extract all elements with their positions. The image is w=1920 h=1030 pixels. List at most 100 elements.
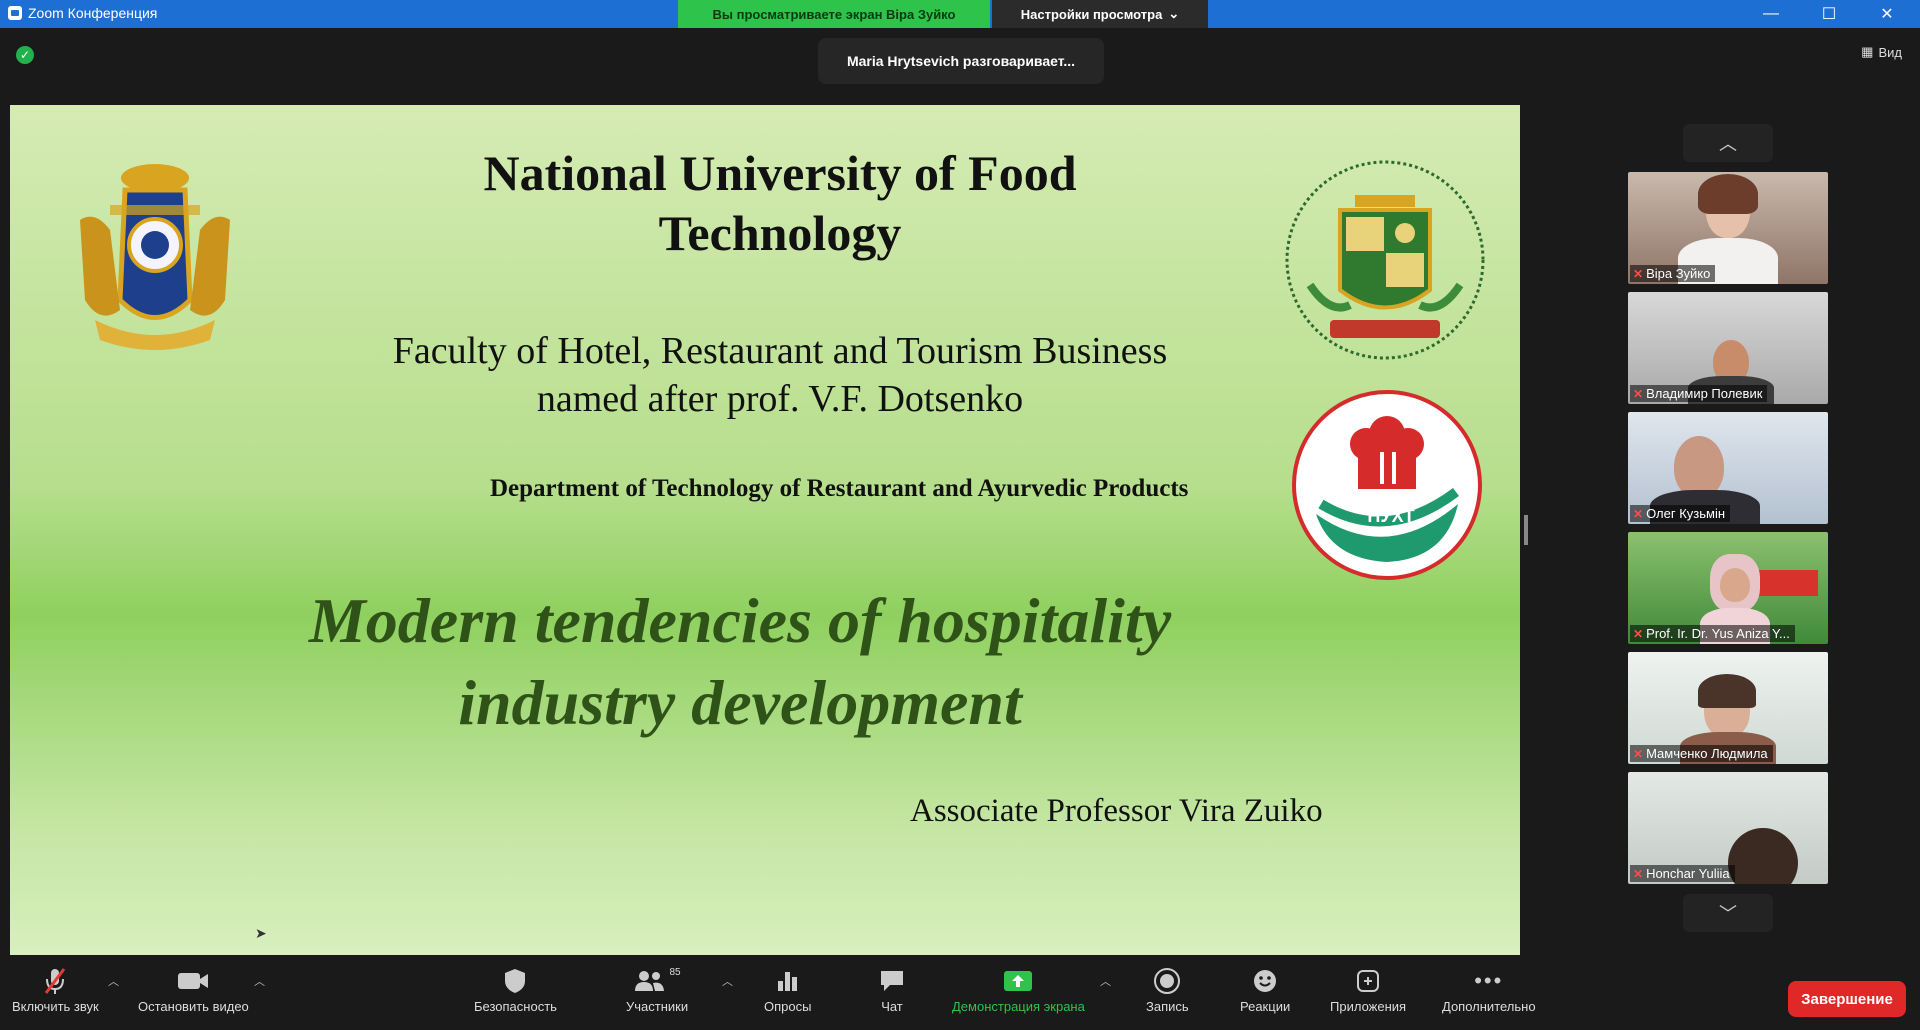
participant-name: Віра Зуйко bbox=[1646, 266, 1711, 281]
scroll-up-button[interactable]: ︿ bbox=[1683, 124, 1773, 162]
share-screen-icon bbox=[1003, 967, 1033, 995]
slide-topic-line2: industry development bbox=[458, 667, 1022, 738]
nukt-logo-icon bbox=[1316, 416, 1460, 562]
stop-video-button[interactable]: Остановить видео bbox=[138, 967, 249, 1014]
bar-chart-icon bbox=[775, 967, 801, 995]
mic-muted-icon: ✕ bbox=[1633, 266, 1644, 281]
mic-muted-icon: ✕ bbox=[1633, 386, 1644, 401]
more-button[interactable]: ••• Дополнительно bbox=[1442, 967, 1536, 1014]
participants-button[interactable]: 85 Участники bbox=[626, 967, 688, 1014]
security-label: Безопасность bbox=[474, 999, 557, 1014]
slide-department: Department of Technology of Restaurant a… bbox=[490, 475, 1189, 502]
slide-title: National University of Food Technology bbox=[483, 145, 1077, 261]
audio-options-caret-icon[interactable]: ︿ bbox=[108, 973, 119, 989]
share-options-caret-icon[interactable]: ︿ bbox=[1100, 973, 1111, 989]
stop-video-label: Остановить видео bbox=[138, 999, 249, 1014]
app-title: Zoom Конференция bbox=[8, 5, 157, 21]
view-options-button[interactable]: Настройки просмотра ⌄ bbox=[992, 0, 1208, 28]
slide-faculty: Faculty of Hotel, Restaurant and Tourism… bbox=[310, 327, 1250, 423]
meeting-toolbar: Включить звук ︿ Остановить видео ︿ Безоп… bbox=[0, 955, 1920, 1030]
participant-tile[interactable]: ✕ Олег Кузьмін bbox=[1628, 412, 1828, 524]
mouse-pointer-icon: ➤ bbox=[255, 925, 267, 941]
view-options-label: Настройки просмотра bbox=[1020, 6, 1163, 22]
chat-button[interactable]: Чат bbox=[878, 967, 906, 1014]
participant-name: Honchar Yuliia bbox=[1646, 866, 1730, 881]
more-dots-icon: ••• bbox=[1474, 968, 1504, 993]
slide-author: Associate Professor Vira Zuiko bbox=[910, 793, 1323, 829]
video-options-caret-icon[interactable]: ︿ bbox=[254, 973, 265, 989]
university-coat-of-arms-icon bbox=[80, 164, 230, 350]
share-screen-label: Демонстрация экрана bbox=[952, 999, 1085, 1014]
video-camera-icon bbox=[176, 967, 210, 995]
slide-topic: Modern tendencies of hospitality industr… bbox=[190, 580, 1290, 744]
record-button[interactable]: Запись bbox=[1146, 967, 1189, 1014]
polls-button[interactable]: Опросы bbox=[764, 967, 811, 1014]
scroll-down-button[interactable]: ﹀ bbox=[1683, 894, 1773, 932]
mic-muted-icon: ✕ bbox=[1633, 866, 1644, 881]
reactions-label: Реакции bbox=[1240, 999, 1291, 1014]
participant-name-tag: ✕ Мамченко Людмила bbox=[1630, 745, 1773, 762]
participants-count: 85 bbox=[669, 967, 681, 978]
unmute-button[interactable]: Включить звук bbox=[12, 967, 99, 1014]
maximize-button[interactable]: ☐ bbox=[1806, 0, 1852, 28]
record-label: Запись bbox=[1146, 999, 1189, 1014]
slide-faculty-line1: Faculty of Hotel, Restaurant and Tourism… bbox=[392, 330, 1168, 372]
window-title: Zoom Конференция bbox=[28, 5, 158, 21]
participant-name: Мамченко Людмила bbox=[1646, 746, 1768, 761]
smiley-icon bbox=[1251, 967, 1279, 995]
encryption-shield-icon[interactable]: ✓ bbox=[16, 46, 34, 64]
shared-screen-slide: НУХТ National University of Food Technol… bbox=[10, 105, 1520, 955]
share-banner: Вы просматриваете экран Віра Зуйко bbox=[678, 0, 990, 28]
participant-name: Владимир Полевик bbox=[1646, 386, 1763, 401]
participants-options-caret-icon[interactable]: ︿ bbox=[722, 973, 733, 989]
mic-muted-icon bbox=[40, 967, 70, 995]
apps-button[interactable]: Приложения bbox=[1330, 967, 1406, 1014]
panel-resize-handle[interactable] bbox=[1524, 515, 1528, 545]
participant-tile[interactable]: ✕ Мамченко Людмила bbox=[1628, 652, 1828, 764]
polls-label: Опросы bbox=[764, 999, 812, 1014]
minimize-button[interactable]: — bbox=[1748, 0, 1794, 28]
slide-topic-line1: Modern tendencies of hospitality bbox=[308, 585, 1172, 656]
chat-bubble-icon bbox=[878, 967, 906, 995]
slide-faculty-line2: named after prof. V.F. Dotsenko bbox=[536, 378, 1024, 420]
nukt-logo-text: НУХТ bbox=[1367, 506, 1415, 526]
speaking-notice: Maria Hrytsevich разговаривает... bbox=[818, 38, 1104, 84]
participant-tile[interactable]: ✕ Prof. Ir. Dr. Yus Aniza Y... bbox=[1628, 532, 1828, 644]
chat-label: Чат bbox=[881, 999, 903, 1014]
participant-name-tag: ✕ Олег Кузьмін bbox=[1630, 505, 1731, 522]
record-icon bbox=[1153, 967, 1181, 995]
participants-label: Участники bbox=[626, 999, 689, 1014]
mic-muted-icon: ✕ bbox=[1633, 506, 1644, 521]
chevron-down-icon: ﹀ bbox=[1719, 904, 1737, 924]
participant-name: Олег Кузьмін bbox=[1646, 506, 1726, 521]
participant-name-tag: ✕ Віра Зуйко bbox=[1630, 265, 1716, 282]
participant-name: Prof. Ir. Dr. Yus Aniza Y... bbox=[1646, 626, 1790, 641]
mic-muted-icon: ✕ bbox=[1633, 746, 1644, 761]
security-button[interactable]: Безопасность bbox=[474, 967, 557, 1014]
chevron-down-icon: ⌄ bbox=[1168, 6, 1180, 21]
zoom-logo-icon bbox=[8, 6, 22, 20]
security-shield-icon bbox=[502, 967, 528, 995]
participant-tile[interactable]: ✕ Віра Зуйко bbox=[1628, 172, 1828, 284]
share-screen-button[interactable]: Демонстрация экрана bbox=[952, 967, 1085, 1014]
close-button[interactable]: ✕ bbox=[1864, 0, 1910, 28]
reactions-button[interactable]: Реакции bbox=[1240, 967, 1290, 1014]
participant-tile[interactable]: ✕ Honchar Yuliia bbox=[1628, 772, 1828, 884]
nukt-logo: НУХТ bbox=[1292, 390, 1482, 580]
faculty-emblem-icon bbox=[1285, 160, 1485, 360]
mic-muted-icon: ✕ bbox=[1633, 626, 1644, 641]
grid-icon: ▦ bbox=[1861, 44, 1874, 59]
view-button-label: Вид bbox=[1878, 44, 1902, 60]
more-label: Дополнительно bbox=[1442, 999, 1536, 1014]
participants-icon: 85 bbox=[633, 967, 681, 995]
participant-name-tag: ✕ Владимир Полевик bbox=[1630, 385, 1768, 402]
chevron-up-icon: ︿ bbox=[1719, 134, 1737, 154]
end-meeting-button[interactable]: Завершение bbox=[1788, 981, 1906, 1017]
apps-icon bbox=[1354, 967, 1382, 995]
view-button[interactable]: ▦ Вид bbox=[1861, 44, 1902, 60]
participant-name-tag: ✕ Prof. Ir. Dr. Yus Aniza Y... bbox=[1630, 625, 1795, 642]
apps-label: Приложения bbox=[1330, 999, 1407, 1014]
unmute-label: Включить звук bbox=[12, 999, 99, 1014]
participant-tile[interactable]: ✕ Владимир Полевик bbox=[1628, 292, 1828, 404]
participant-name-tag: ✕ Honchar Yuliia bbox=[1630, 865, 1735, 882]
